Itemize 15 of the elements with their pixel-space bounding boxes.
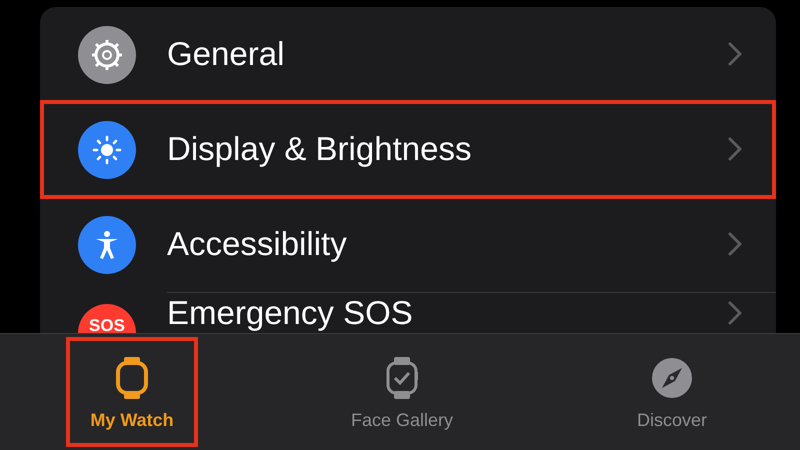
row-label: General — [167, 35, 284, 73]
settings-row[interactable]: General — [40, 7, 776, 102]
settings-row[interactable]: Display & Brightness — [40, 102, 776, 197]
row-label: Accessibility — [167, 225, 347, 263]
row-label: Display & Brightness — [167, 130, 472, 168]
chevron-icon — [728, 42, 742, 66]
row-label: Emergency SOS — [167, 294, 413, 331]
sos-icon: SOS — [78, 304, 136, 333]
chevron-icon — [728, 232, 742, 256]
tab-button[interactable]: My Watch — [66, 337, 198, 447]
tab-button[interactable]: Discover — [606, 337, 738, 447]
chevron-icon — [728, 137, 742, 161]
chevron-icon — [728, 301, 742, 325]
settings-row[interactable]: Accessibility — [40, 197, 776, 292]
tab-button[interactable]: Face Gallery — [336, 337, 468, 447]
